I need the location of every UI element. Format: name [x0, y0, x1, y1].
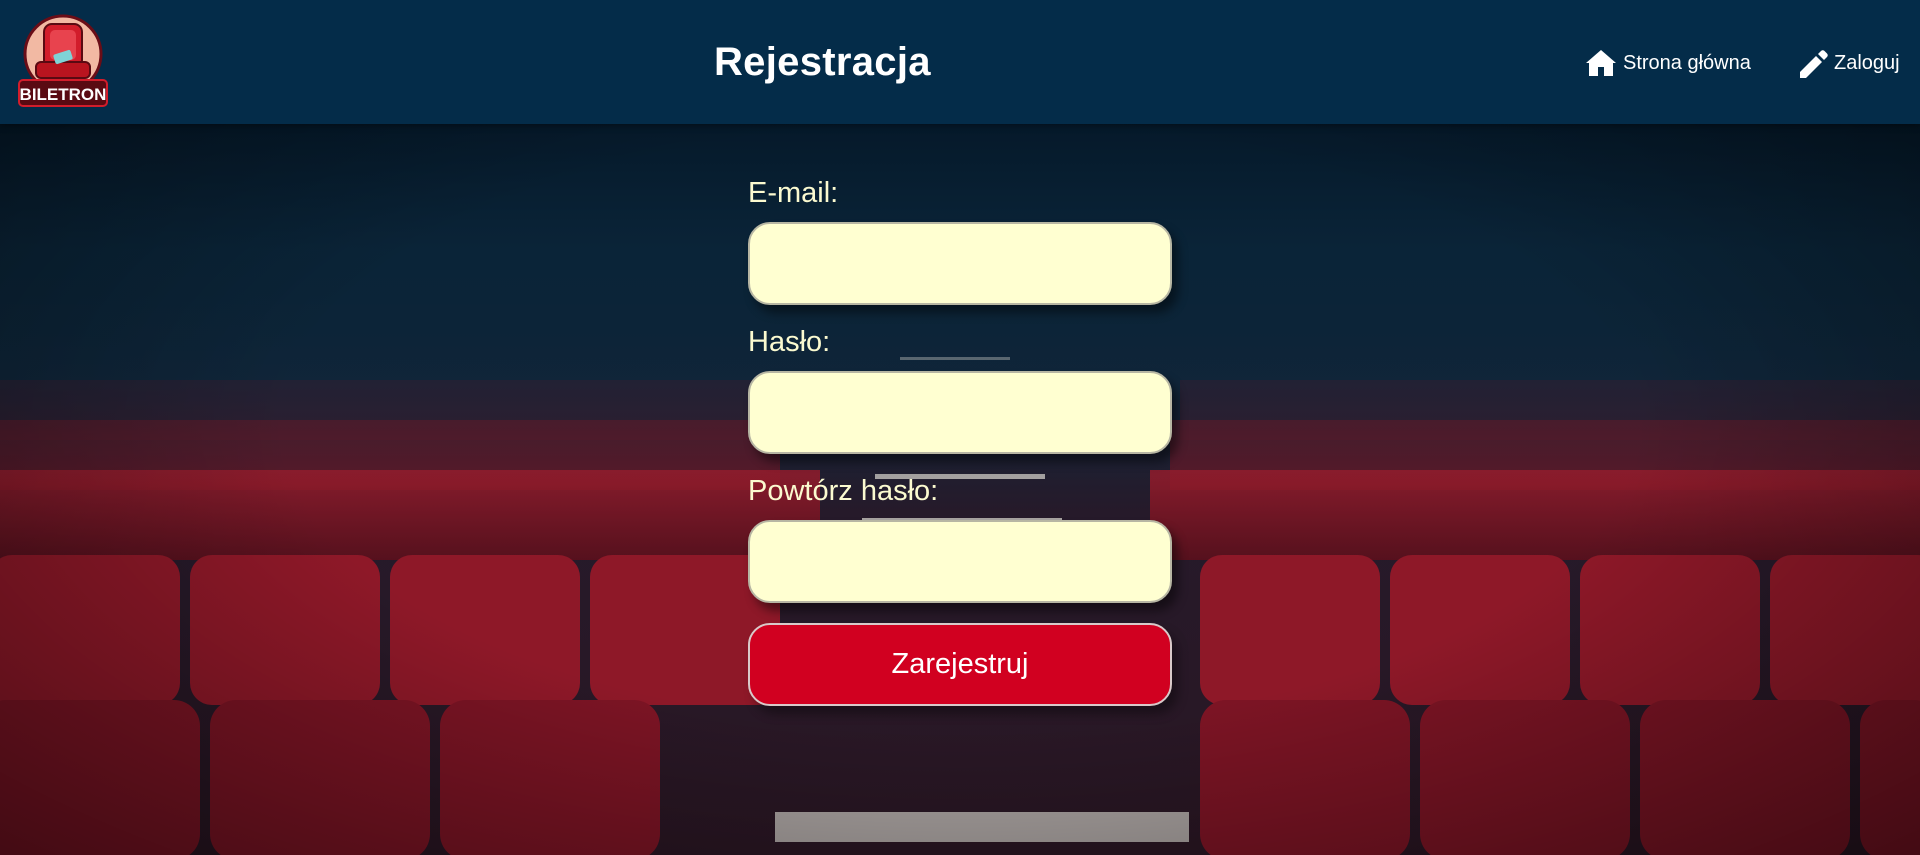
password-field[interactable]: [748, 371, 1172, 454]
pencil-icon: [1796, 48, 1828, 78]
register-button[interactable]: Zarejestruj: [748, 623, 1172, 706]
password-label: Hasło:: [748, 326, 831, 358]
biletron-logo[interactable]: BILETRON: [16, 14, 110, 110]
email-field[interactable]: [748, 222, 1172, 305]
nav-login-link[interactable]: Zaloguj: [1796, 46, 1900, 80]
registration-form: E-mail: Hasło: Powtórz hasło: Zarejestru…: [748, 176, 1172, 706]
nav-login-label: Zaloguj: [1834, 51, 1900, 74]
logo-wordmark: BILETRON: [20, 85, 107, 104]
repeat-password-label: Powtórz hasło:: [748, 475, 939, 507]
page-title: Rejestracja: [714, 40, 931, 84]
nav-home-link[interactable]: Strona główna: [1585, 46, 1751, 80]
repeat-password-field[interactable]: [748, 520, 1172, 603]
email-label: E-mail:: [748, 177, 839, 209]
home-icon: [1585, 48, 1617, 78]
cinema-seat-logo-icon: BILETRON: [18, 14, 108, 107]
nav-home-label: Strona główna: [1623, 51, 1751, 74]
top-navbar: BILETRON Rejestracja Strona główna Zalog…: [0, 0, 1920, 124]
